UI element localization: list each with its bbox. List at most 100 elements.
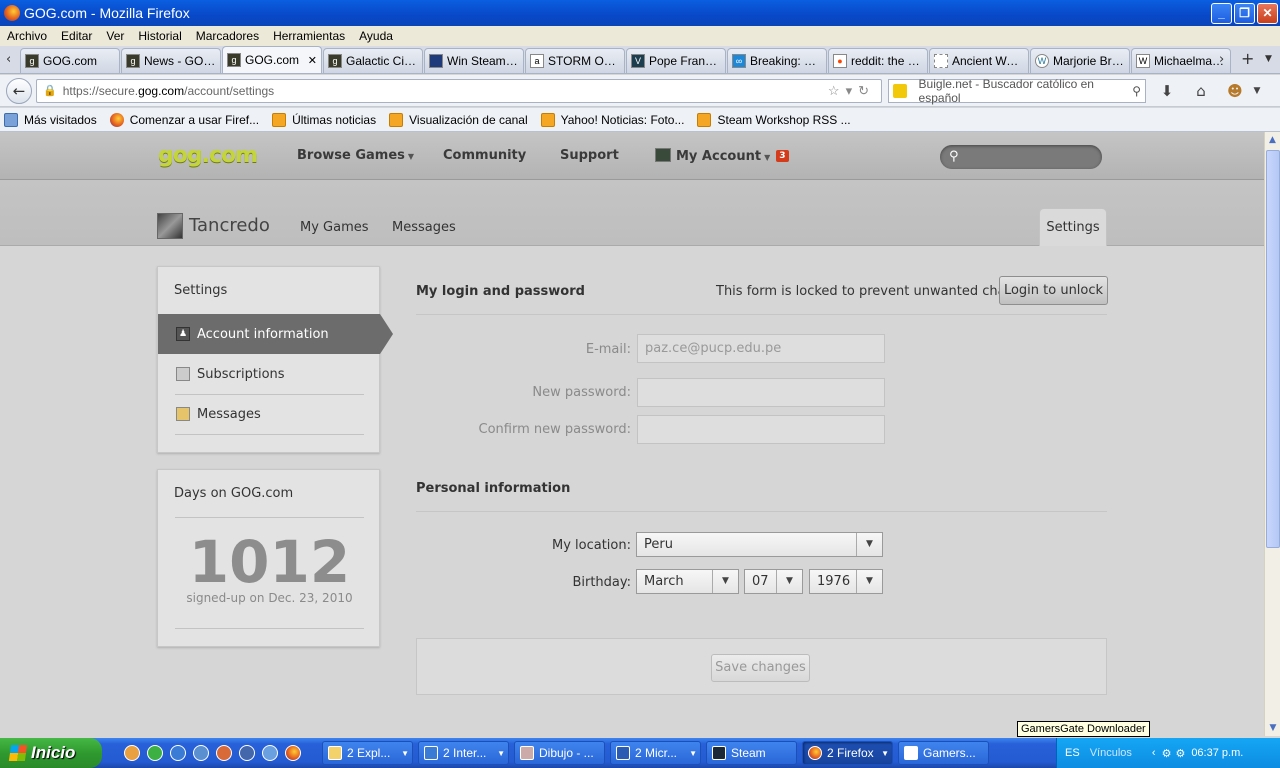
sidebar-title: Settings [174, 283, 228, 298]
taskbar-item-firefox[interactable]: 2 Firefox ▼ [802, 741, 893, 765]
new-password-field[interactable] [637, 378, 885, 407]
menu-bar: Archivo Editar Ver Historial Marcadores … [0, 26, 1280, 46]
site-search-input[interactable]: ⚲ [940, 145, 1102, 169]
steam-tray-icon[interactable]: ⚙ [1162, 747, 1172, 760]
location-select[interactable]: Peru ▼ [636, 532, 883, 557]
browser-tab[interactable]: gGalactic Civili... [323, 48, 423, 73]
birth-day-select[interactable]: 07 ▼ [744, 569, 803, 594]
taskbar-item-gamersgate[interactable]: Gamers... [898, 741, 989, 765]
app-icon[interactable] [239, 745, 255, 761]
menu-archivo[interactable]: Archivo [0, 29, 54, 43]
taskbar-item-paint[interactable]: Dibujo - ... [514, 741, 605, 765]
links-toolbar[interactable]: Vínculos [1090, 747, 1132, 759]
scroll-up-icon[interactable]: ▲ [1265, 132, 1280, 148]
firefox-icon[interactable] [285, 745, 301, 761]
download-icon[interactable]: ⬇ [1154, 82, 1180, 100]
birth-year-select[interactable]: 1976 ▼ [809, 569, 883, 594]
menu-ver[interactable]: Ver [99, 29, 131, 43]
lock-icon: 🔒 [43, 85, 57, 97]
menu-editar[interactable]: Editar [54, 29, 99, 43]
bookmark-yahoo[interactable]: Yahoo! Noticias: Foto... [540, 112, 684, 127]
close-window-button[interactable]: ✕ [1257, 2, 1278, 24]
bookmark-steam-workshop[interactable]: Steam Workshop RSS ... [697, 112, 851, 127]
media-player-icon[interactable] [147, 745, 163, 761]
back-button[interactable]: ← [6, 77, 32, 104]
browser-tab-active[interactable]: g GOG.com ✕ [222, 46, 322, 73]
maximize-button[interactable]: ❐ [1234, 2, 1255, 24]
confirm-password-field[interactable] [637, 415, 885, 444]
sidebar-item-messages[interactable]: Messages [158, 394, 380, 434]
browser-tab[interactable]: gNews - GOG.... [121, 48, 221, 73]
email-field[interactable]: paz.ce@pucp.edu.pe [637, 334, 885, 363]
addon-icon[interactable]: ☻ [1222, 82, 1248, 100]
search-engine-icon[interactable] [893, 83, 907, 98]
nav-community[interactable]: Community [443, 148, 526, 163]
browser-tab[interactable]: ∞Breaking: Jes... [727, 48, 827, 73]
messages-link[interactable]: Messages [392, 220, 456, 235]
save-changes-button[interactable]: Save changes [711, 654, 810, 682]
my-games-link[interactable]: My Games [300, 220, 369, 235]
bookmarks-bar: Más visitados Comenzar a usar Firef... Ú… [0, 108, 1280, 132]
taskbar-item-explorer[interactable]: 2 Expl... ▼ [322, 741, 413, 765]
sidebar-item-subscriptions[interactable]: Subscriptions [158, 354, 380, 394]
scroll-down-icon[interactable]: ▼ [1265, 720, 1280, 736]
tab-settings[interactable]: Settings [1039, 208, 1107, 246]
sidebar-item-account-information[interactable]: ♟ Account information [158, 314, 393, 354]
network-tray-icon[interactable]: ⚙ [1175, 747, 1185, 760]
close-tab-icon[interactable]: ✕ [308, 54, 317, 67]
avast-icon[interactable] [124, 745, 140, 761]
personal-section-title: Personal information [416, 481, 571, 496]
browser-tab[interactable]: g GOG.com [20, 48, 120, 73]
start-button[interactable]: Inicio [0, 738, 102, 768]
tabs-scroll-left-icon[interactable]: ‹ [6, 52, 11, 67]
window-titlebar: GOG.com - Mozilla Firefox _ ❐ ✕ [0, 0, 1280, 26]
browser-tab[interactable]: VPope Francis'... [626, 48, 726, 73]
outlook-icon[interactable] [262, 745, 278, 761]
url-bar[interactable]: 🔒 https://secure. gog.com/account/setting… [36, 78, 882, 103]
language-indicator[interactable]: ES [1065, 747, 1080, 759]
page-scrollbar[interactable]: ▲ ▼ [1264, 132, 1280, 736]
system-tray: ES Vínculos ‹ ⚙ ⚙ 06:37 p.m. [1056, 738, 1280, 768]
search-icon[interactable]: ⚲ [1132, 84, 1141, 98]
bookmark-comenzar[interactable]: Comenzar a usar Firef... [109, 112, 259, 127]
bookmark-star-icon[interactable]: ☆▾↻ [828, 83, 875, 99]
browser-tab[interactable]: WMichaelmas - ... [1131, 48, 1231, 73]
bookmark-visualizacion[interactable]: Visualización de canal [389, 112, 528, 127]
browser-tab[interactable]: WMarjorie Bruc... [1030, 48, 1130, 73]
minimize-button[interactable]: _ [1211, 2, 1232, 24]
bookmark-mas-visitados[interactable]: Más visitados [4, 112, 97, 127]
clock[interactable]: 06:37 p.m. [1191, 747, 1243, 759]
v-icon: V [631, 54, 645, 68]
menu-ayuda[interactable]: Ayuda [352, 29, 400, 43]
window-title: GOG.com - Mozilla Firefox [24, 5, 190, 21]
menu-herramientas[interactable]: Herramientas [266, 29, 352, 43]
browser-tab[interactable]: Win Steam Gi... [424, 48, 524, 73]
new-tab-icon[interactable]: + [1241, 49, 1254, 68]
chevron-down-icon: ▼ [856, 570, 882, 593]
taskbar-item-internet[interactable]: 2 Inter... ▼ [418, 741, 509, 765]
menu-marcadores[interactable]: Marcadores [189, 29, 266, 43]
nav-my-account[interactable]: My Account ▼ 3 [655, 148, 789, 164]
menu-arrow-icon[interactable]: ▼ [1248, 86, 1266, 96]
internet-explorer-icon[interactable] [170, 745, 186, 761]
tray-expand-icon[interactable]: ‹ [1152, 747, 1156, 759]
search-bar[interactable]: Buigle.net - Buscador católico en españo… [888, 77, 1146, 105]
nav-support[interactable]: Support [560, 148, 619, 163]
scrollbar-thumb[interactable] [1266, 150, 1280, 548]
browser-tab[interactable]: Ancient Warf... [929, 48, 1029, 73]
birth-month-select[interactable]: March ▼ [636, 569, 739, 594]
browser-tab[interactable]: ● reddit: the fr... [828, 48, 928, 73]
taskbar-item-steam[interactable]: Steam [706, 741, 797, 765]
home-icon[interactable]: ⌂ [1188, 82, 1214, 100]
login-to-unlock-button[interactable]: Login to unlock [999, 276, 1108, 305]
bookmark-ultimas-noticias[interactable]: Últimas noticias [272, 112, 376, 127]
menu-historial[interactable]: Historial [131, 29, 188, 43]
browser-tab[interactable]: aSTORM OF S... [525, 48, 625, 73]
app-icon[interactable] [216, 745, 232, 761]
gog-logo[interactable]: gog.com [158, 143, 258, 168]
taskbar-item-word[interactable]: 2 Micr... ▼ [610, 741, 701, 765]
tabs-scroll-right-icon[interactable]: › [1219, 52, 1224, 67]
app-icon[interactable] [193, 745, 209, 761]
tab-list-icon[interactable]: ▼ [1265, 54, 1272, 64]
nav-browse-games[interactable]: Browse Games ▼ [297, 148, 414, 163]
